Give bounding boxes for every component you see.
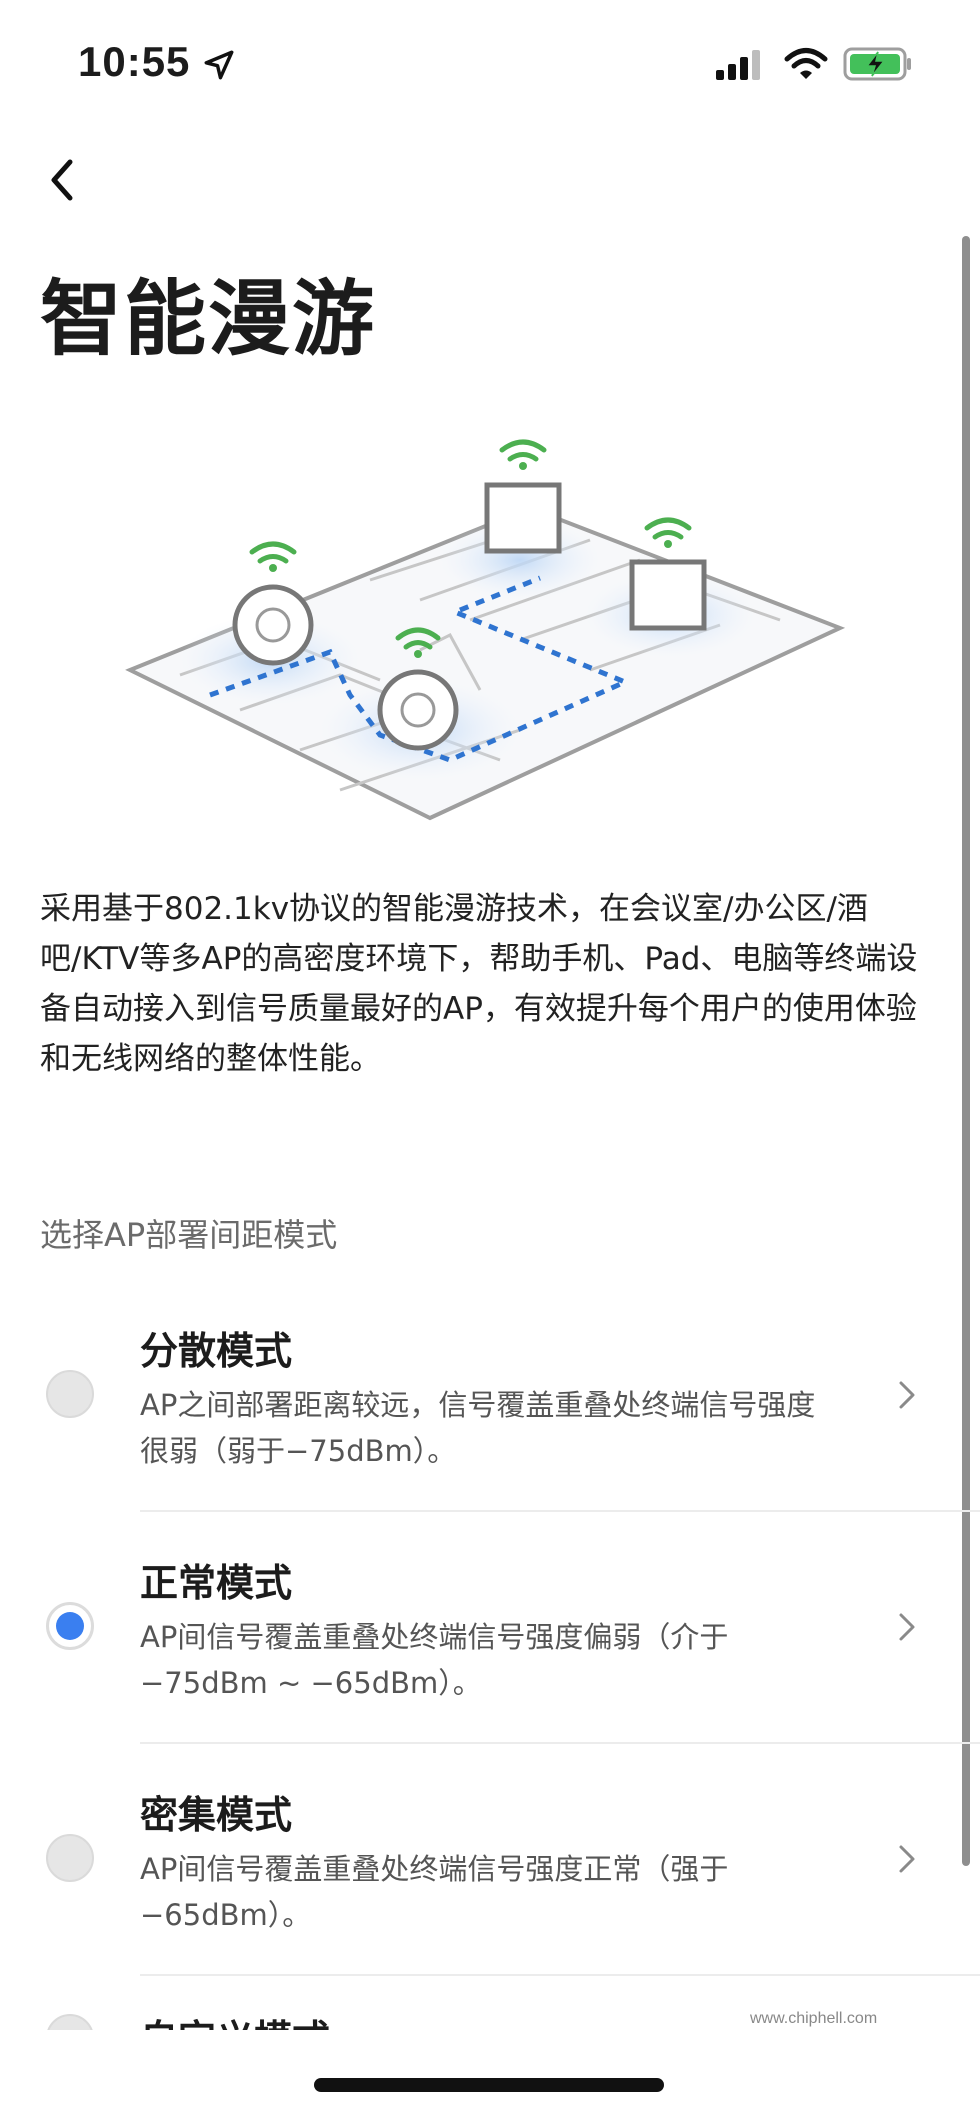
chevron-right-icon[interactable]	[896, 1378, 918, 1412]
page-title: 智能漫游	[40, 272, 377, 367]
back-button[interactable]	[40, 152, 84, 208]
chevron-right-icon[interactable]	[896, 1610, 918, 1644]
option-scattered-mode[interactable]: 分散模式 AP之间部署距离较远，信号覆盖重叠处终端信号强度很弱（弱于−75dBm…	[0, 1300, 980, 1532]
smart-roaming-page: 10:55 智能漫游 采用基于802.1kv协议的智能漫游技术，在会议室/办公区…	[0, 0, 980, 2120]
feature-description: 采用基于802.1kv协议的智能漫游技术，在会议室/办公区/酒吧/KTV等多AP…	[40, 891, 918, 1077]
option-description: AP之间部署距离较远，信号覆盖重叠处终端信号强度很弱（弱于−75dBm）。	[140, 1388, 816, 1468]
option-title: 密集模式	[140, 1793, 293, 1837]
option-dense-mode[interactable]: 密集模式 AP间信号覆盖重叠处终端信号强度正常（强于−65dBm）。	[0, 1764, 980, 1996]
option-title: 分散模式	[140, 1329, 293, 1373]
option-title: 正常模式	[140, 1561, 293, 1605]
section-label: 选择AP部署间距模式	[40, 1216, 338, 1254]
battery-charging-icon	[843, 47, 911, 81]
option-normal-mode[interactable]: 正常模式 AP间信号覆盖重叠处终端信号强度偏弱（介于−75dBm ~ −65dB…	[0, 1532, 980, 1764]
radio-normal[interactable]	[46, 1602, 94, 1650]
chevron-right-icon[interactable]	[896, 1842, 918, 1876]
wifi-icon	[784, 48, 828, 79]
divider	[140, 1974, 980, 1976]
watermark: www.chiphell.com	[750, 2010, 878, 2027]
option-title: 自定义模式	[140, 2008, 330, 2030]
divider	[140, 1510, 980, 1512]
roaming-floorplan-illustration	[125, 439, 846, 821]
radio-scattered[interactable]	[46, 1370, 94, 1418]
option-description: AP间信号覆盖重叠处终端信号强度正常（强于−65dBm）。	[140, 1852, 729, 1932]
status-time: 10:55	[78, 38, 191, 85]
cellular-signal-icon	[716, 50, 760, 80]
option-description: AP间信号覆盖重叠处终端信号强度偏弱（介于−75dBm ~ −65dBm）。	[140, 1620, 729, 1700]
radio-custom[interactable]	[46, 2014, 94, 2030]
divider	[140, 1742, 980, 1744]
location-arrow-icon	[204, 50, 234, 80]
home-indicator[interactable]	[314, 2078, 664, 2092]
radio-dense[interactable]	[46, 1834, 94, 1882]
